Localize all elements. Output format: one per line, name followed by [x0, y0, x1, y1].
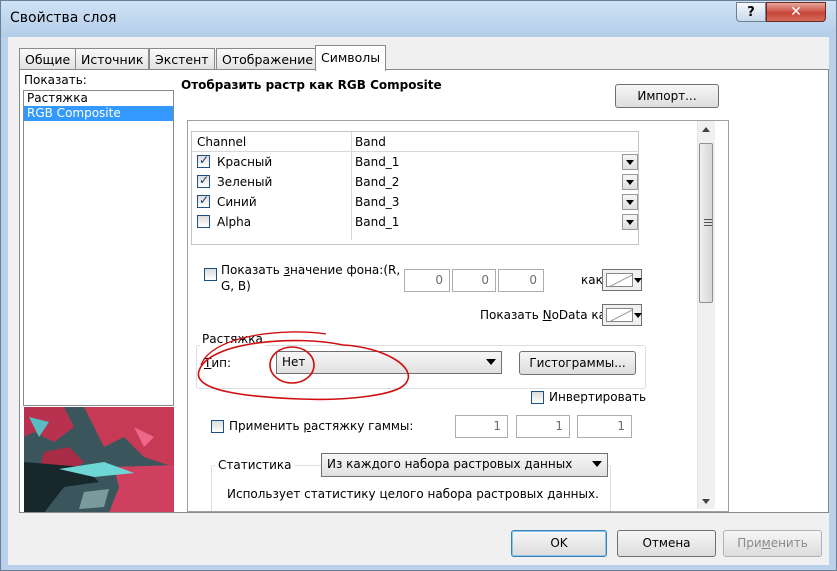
import-button[interactable]: Импорт... [615, 84, 719, 108]
tab-general[interactable]: Общие [19, 48, 77, 69]
scrollbar-thumb[interactable] [699, 143, 713, 303]
apply-label-a: При [737, 536, 762, 550]
tab-symbology[interactable]: Символы [315, 45, 387, 71]
list-item-rgb-composite[interactable]: RGB Composite [24, 106, 173, 121]
apply-label-hotkey: м [761, 536, 771, 550]
cancel-button[interactable]: Отмена [617, 530, 716, 557]
tab-display[interactable]: Отображение [216, 48, 320, 69]
apply-button[interactable]: Применить [723, 530, 822, 557]
scroll-down-icon[interactable] [702, 499, 710, 504]
panel-heading: Отобразить растр как RGB Composite [181, 78, 442, 92]
tab-extent[interactable]: Экстент [149, 48, 215, 69]
show-label: Показать: [24, 73, 87, 87]
layer-properties-window: Свойства слоя ? ✕ Общие Источник Экстент… [0, 0, 837, 571]
scroll-up-icon[interactable] [702, 127, 710, 132]
tab-source[interactable]: Источник [75, 48, 150, 69]
dialog-client-area: Общие Источник Экстент Отображение Симво… [8, 37, 829, 565]
raster-preview-image [24, 407, 174, 512]
grip-line [704, 222, 712, 223]
grip-line [704, 225, 712, 226]
renderer-list[interactable]: Растяжка RGB Composite [23, 90, 174, 406]
window-title: Свойства слоя [10, 10, 117, 26]
ok-button[interactable]: OK [511, 530, 607, 557]
list-item-stretch[interactable]: Растяжка [24, 91, 173, 106]
help-button[interactable]: ? [736, 2, 766, 22]
symbology-panel: Показать: Растяжка RGB Composite Отобраз… [19, 69, 829, 513]
apply-label-b: енить [770, 536, 808, 550]
close-button[interactable]: ✕ [766, 2, 826, 22]
grip-line [704, 219, 712, 220]
settings-scrollbar[interactable] [697, 121, 715, 509]
symbology-settings-area: Channel Band ✓ Красный Band_1 ✓ Зеленый … [187, 120, 729, 512]
red-annotation-circles [197, 331, 409, 401]
title-bar[interactable]: Свойства слоя ? ✕ [1, 1, 836, 37]
